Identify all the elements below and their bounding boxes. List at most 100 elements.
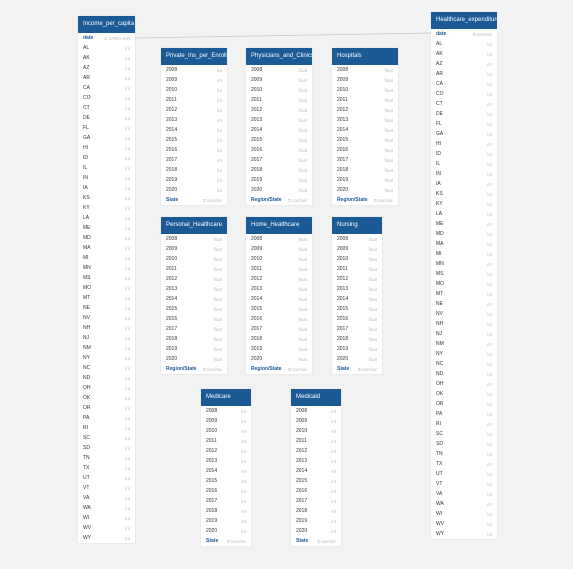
column-row-2017[interactable]: 2017 float: [332, 324, 382, 334]
column-row-wi[interactable]: WI int: [431, 509, 497, 519]
column-row-2013[interactable]: 2013 float: [332, 284, 382, 294]
column-row-il[interactable]: IL int: [78, 163, 135, 173]
column-row-2020[interactable]: 2020 int: [161, 185, 227, 195]
column-row-sd[interactable]: SD int: [431, 439, 497, 449]
column-row-2017[interactable]: 2017 float: [332, 155, 398, 165]
column-row-2015[interactable]: 2015 float: [246, 304, 312, 314]
column-row-wv[interactable]: WV int: [431, 519, 497, 529]
column-row-2016[interactable]: 2016 float: [246, 145, 312, 155]
column-row-2013[interactable]: 2013 float: [161, 284, 227, 294]
column-row-in[interactable]: IN int: [431, 169, 497, 179]
column-row-mo[interactable]: MO int: [78, 283, 135, 293]
column-row-wi[interactable]: WI int: [78, 513, 135, 523]
column-row-2010[interactable]: 2010 int: [291, 426, 341, 436]
column-row-nh[interactable]: NH int: [78, 323, 135, 333]
column-row-2008[interactable]: 2008 float: [332, 65, 398, 75]
column-row-2011[interactable]: 2011 float: [332, 264, 382, 274]
column-row-oh[interactable]: OH int: [78, 383, 135, 393]
column-row-2016[interactable]: 2016 int: [291, 486, 341, 496]
column-row-2012[interactable]: 2012 int: [201, 446, 251, 456]
column-row-md[interactable]: MD int: [431, 229, 497, 239]
column-row-2014[interactable]: 2014 float: [332, 294, 382, 304]
column-row-ma[interactable]: MA int: [78, 243, 135, 253]
table-physicians-and-clinics[interactable]: Physicians_and_Clinics 2008 float 2009 float…: [246, 48, 312, 205]
column-row-region-state[interactable]: Region/State varchar: [246, 195, 312, 205]
column-row-md[interactable]: MD int: [78, 233, 135, 243]
column-row-wy[interactable]: WY int: [431, 529, 497, 539]
column-row-ne[interactable]: NE int: [431, 299, 497, 309]
column-row-ri[interactable]: RI int: [431, 419, 497, 429]
column-row-al[interactable]: AL int: [78, 43, 135, 53]
column-row-2008[interactable]: 2008 int: [201, 406, 251, 416]
column-row-or[interactable]: OR int: [78, 403, 135, 413]
column-row-2016[interactable]: 2016 int: [161, 145, 227, 155]
column-row-2008[interactable]: 2008 float: [332, 234, 382, 244]
column-row-2017[interactable]: 2017 float: [246, 155, 312, 165]
column-row-2020[interactable]: 2020 float: [246, 354, 312, 364]
column-row-ak[interactable]: AK int: [431, 49, 497, 59]
column-row-state[interactable]: State varchar: [291, 536, 341, 546]
column-row-state[interactable]: State varchar: [161, 195, 227, 205]
column-row-ca[interactable]: CA int: [431, 79, 497, 89]
column-row-2016[interactable]: 2016 float: [161, 314, 227, 324]
column-row-2008[interactable]: 2008 float: [246, 234, 312, 244]
column-row-2016[interactable]: 2016 float: [332, 145, 398, 155]
column-row-2014[interactable]: 2014 float: [332, 125, 398, 135]
column-row-2011[interactable]: 2011 float: [246, 95, 312, 105]
column-row-2010[interactable]: 2010 float: [246, 85, 312, 95]
column-row-2018[interactable]: 2018 float: [332, 334, 382, 344]
column-row-ar[interactable]: AR int: [78, 73, 135, 83]
column-row-ca[interactable]: CA int: [78, 83, 135, 93]
column-row-2011[interactable]: 2011 int: [161, 95, 227, 105]
column-row-in[interactable]: IN int: [78, 173, 135, 183]
column-row-mi[interactable]: MI int: [431, 249, 497, 259]
column-row-mn[interactable]: MN int: [431, 259, 497, 269]
column-row-date[interactable]: date varchar: [431, 29, 497, 39]
column-row-nv[interactable]: NV int: [78, 313, 135, 323]
column-row-nj[interactable]: NJ int: [78, 333, 135, 343]
column-row-2008[interactable]: 2008 float: [161, 234, 227, 244]
column-row-2019[interactable]: 2019 float: [332, 175, 398, 185]
column-row-2012[interactable]: 2012 float: [246, 105, 312, 115]
column-row-tn[interactable]: TN int: [431, 449, 497, 459]
column-row-tn[interactable]: TN int: [78, 453, 135, 463]
column-row-2020[interactable]: 2020 float: [246, 185, 312, 195]
column-row-va[interactable]: VA int: [78, 493, 135, 503]
column-row-la[interactable]: LA int: [431, 209, 497, 219]
column-row-or[interactable]: OR int: [431, 399, 497, 409]
column-row-ne[interactable]: NE int: [78, 303, 135, 313]
column-row-nv[interactable]: NV int: [431, 309, 497, 319]
column-row-2010[interactable]: 2010 int: [161, 85, 227, 95]
column-row-ok[interactable]: OK int: [431, 389, 497, 399]
column-row-sc[interactable]: SC int: [431, 429, 497, 439]
column-row-2015[interactable]: 2015 int: [161, 135, 227, 145]
column-row-tx[interactable]: TX int: [78, 463, 135, 473]
column-row-ga[interactable]: GA int: [78, 133, 135, 143]
column-row-2019[interactable]: 2019 int: [291, 516, 341, 526]
column-row-va[interactable]: VA int: [431, 489, 497, 499]
column-row-2013[interactable]: 2013 int: [201, 456, 251, 466]
column-row-co[interactable]: CO int: [431, 89, 497, 99]
column-row-2018[interactable]: 2018 int: [161, 165, 227, 175]
column-row-2011[interactable]: 2011 int: [201, 436, 251, 446]
column-row-2010[interactable]: 2010 float: [332, 85, 398, 95]
column-row-2009[interactable]: 2009 int: [161, 75, 227, 85]
column-row-fl[interactable]: FL int: [78, 123, 135, 133]
column-row-ms[interactable]: MS int: [431, 269, 497, 279]
column-row-wy[interactable]: WY int: [78, 533, 135, 543]
column-row-tx[interactable]: TX int: [431, 459, 497, 469]
column-row-ok[interactable]: OK int: [78, 393, 135, 403]
column-row-pa[interactable]: PA int: [431, 409, 497, 419]
column-row-ga[interactable]: GA int: [431, 129, 497, 139]
column-row-2014[interactable]: 2014 float: [246, 294, 312, 304]
column-row-ar[interactable]: AR int: [431, 69, 497, 79]
column-row-date[interactable]: date VARCHAR: [78, 33, 135, 43]
column-row-2012[interactable]: 2012 float: [332, 274, 382, 284]
column-row-mt[interactable]: MT int: [431, 289, 497, 299]
column-row-ny[interactable]: NY int: [431, 349, 497, 359]
column-row-me[interactable]: ME int: [78, 223, 135, 233]
column-row-me[interactable]: ME int: [431, 219, 497, 229]
column-row-2017[interactable]: 2017 int: [161, 155, 227, 165]
column-row-state[interactable]: State varchar: [332, 364, 382, 374]
column-row-2014[interactable]: 2014 int: [161, 125, 227, 135]
